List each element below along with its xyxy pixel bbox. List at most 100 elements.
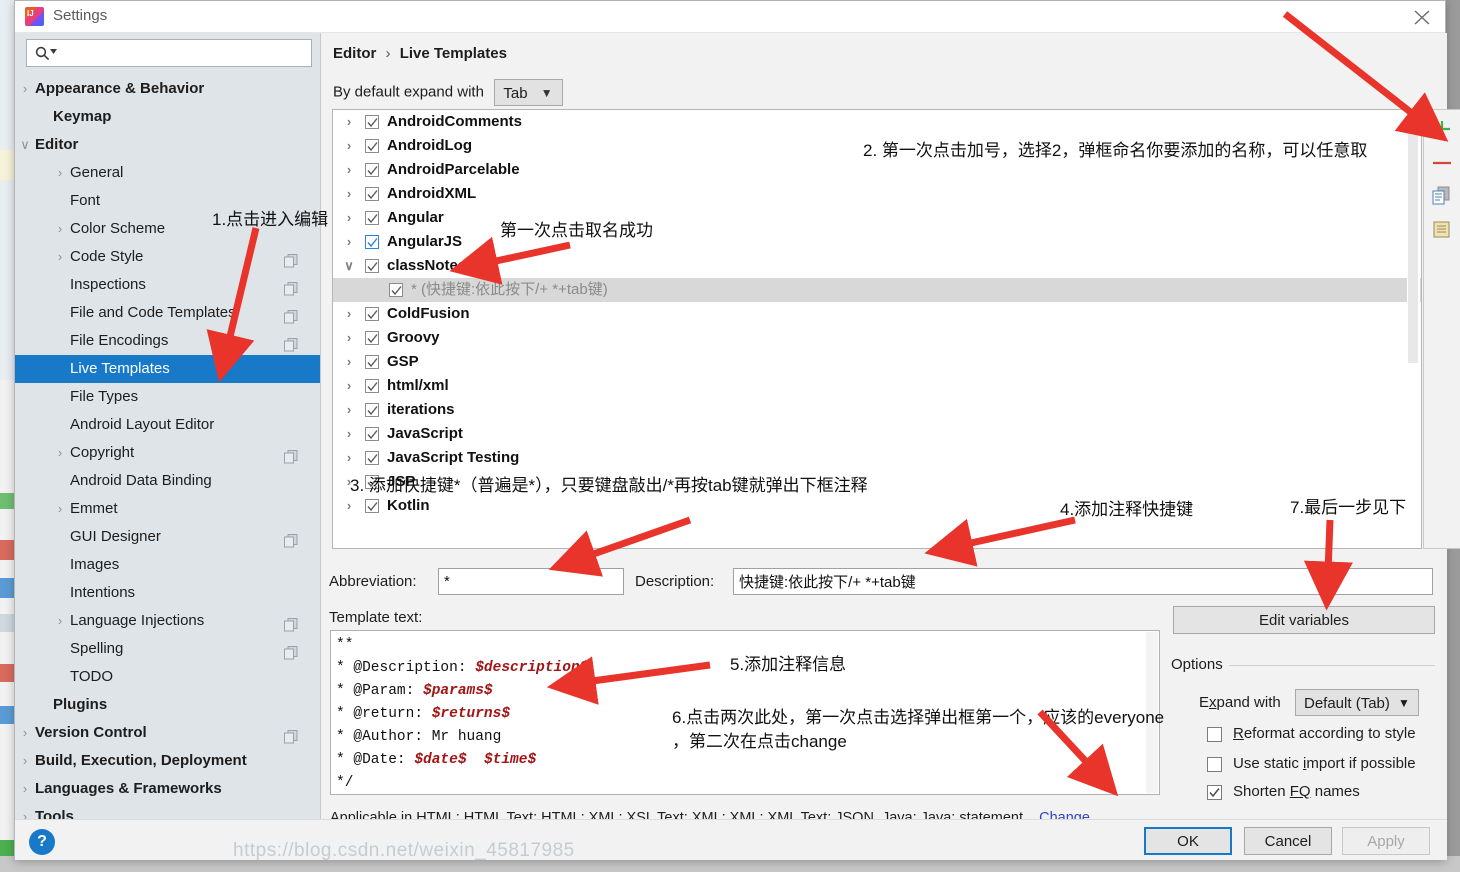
template-group-row[interactable]: › JSP xyxy=(333,470,1421,494)
template-enabled-checkbox[interactable] xyxy=(365,163,379,177)
sidebar-item-copyright[interactable]: › Copyright xyxy=(15,439,320,467)
template-group-row[interactable]: › AndroidParcelable xyxy=(333,158,1421,182)
default-expand-select[interactable]: Tab ▼ xyxy=(494,79,563,106)
chevron-right-icon[interactable]: › xyxy=(341,206,357,230)
chevron-right-icon[interactable]: › xyxy=(341,446,357,470)
template-enabled-checkbox[interactable] xyxy=(365,427,379,441)
sidebar-item-build-execution-deployment[interactable]: › Build, Execution, Deployment xyxy=(15,747,320,775)
chevron-right-icon[interactable]: › xyxy=(341,158,357,182)
chevron-right-icon[interactable]: › xyxy=(52,215,68,243)
template-text-scrollbar[interactable] xyxy=(1146,632,1158,793)
template-enabled-checkbox[interactable] xyxy=(365,139,379,153)
abbreviation-input[interactable] xyxy=(438,568,624,595)
sidebar-item-emmet[interactable]: › Emmet xyxy=(15,495,320,523)
sidebar-item-images[interactable]: Images xyxy=(15,551,320,579)
template-group-row[interactable]: › JavaScript xyxy=(333,422,1421,446)
sidebar-item-appearance-behavior[interactable]: › Appearance & Behavior xyxy=(15,75,320,103)
chevron-right-icon[interactable]: › xyxy=(341,134,357,158)
chevron-right-icon[interactable]: › xyxy=(341,326,357,350)
chevron-right-icon[interactable]: › xyxy=(341,302,357,326)
template-text-editor[interactable]: ** * @Description: $description$ * @Param:… xyxy=(330,630,1160,795)
sidebar-item-general[interactable]: › General xyxy=(15,159,320,187)
help-button[interactable]: ? xyxy=(29,829,55,855)
ok-button[interactable]: OK xyxy=(1144,827,1232,855)
chevron-right-icon[interactable]: › xyxy=(52,495,68,523)
template-enabled-checkbox[interactable] xyxy=(365,331,379,345)
copy-icon[interactable] xyxy=(1424,178,1460,212)
sidebar-item-keymap[interactable]: Keymap xyxy=(15,103,320,131)
template-enabled-checkbox[interactable] xyxy=(365,307,379,321)
chevron-right-icon[interactable]: › xyxy=(52,159,68,187)
template-enabled-checkbox[interactable] xyxy=(365,235,379,249)
chevron-right-icon[interactable]: › xyxy=(341,230,357,254)
template-group-row[interactable]: › AndroidComments xyxy=(333,110,1421,134)
sidebar-item-file-encodings[interactable]: File Encodings xyxy=(15,327,320,355)
chevron-right-icon[interactable]: › xyxy=(52,243,68,271)
templates-scrollbar-track[interactable] xyxy=(1407,111,1420,547)
chevron-right-icon[interactable]: › xyxy=(17,747,33,775)
template-group-row[interactable]: › ColdFusion xyxy=(333,302,1421,326)
template-group-row[interactable]: › iterations xyxy=(333,398,1421,422)
chevron-down-icon[interactable]: ∨ xyxy=(17,131,33,159)
template-enabled-checkbox[interactable] xyxy=(389,283,403,297)
sidebar-item-color-scheme[interactable]: › Color Scheme xyxy=(15,215,320,243)
chevron-right-icon[interactable]: › xyxy=(341,350,357,374)
template-group-row[interactable]: › AngularJS xyxy=(333,230,1421,254)
chevron-right-icon[interactable]: › xyxy=(341,422,357,446)
templates-scrollbar-thumb[interactable] xyxy=(1408,113,1418,363)
template-enabled-checkbox[interactable] xyxy=(365,403,379,417)
template-child-row[interactable]: * (快捷键:依此按下/+ *+tab键) xyxy=(333,278,1421,302)
sidebar-item-todo[interactable]: TODO xyxy=(15,663,320,691)
remove-icon[interactable] xyxy=(1424,144,1460,178)
template-group-row[interactable]: ∨ classNotes xyxy=(333,254,1421,278)
chevron-right-icon[interactable]: › xyxy=(52,607,68,635)
chevron-right-icon[interactable]: › xyxy=(17,719,33,747)
chevron-right-icon[interactable]: › xyxy=(341,494,357,518)
sidebar-item-file-and-code-templates[interactable]: File and Code Templates xyxy=(15,299,320,327)
sidebar-item-spelling[interactable]: Spelling xyxy=(15,635,320,663)
sidebar-item-plugins[interactable]: Plugins xyxy=(15,691,320,719)
edit-variables-button[interactable]: Edit variables xyxy=(1173,606,1435,634)
sidebar-item-live-templates[interactable]: Live Templates xyxy=(15,355,320,383)
template-enabled-checkbox[interactable] xyxy=(365,355,379,369)
template-group-row[interactable]: › Angular xyxy=(333,206,1421,230)
settings-tree[interactable]: › Appearance & Behavior Keymap ∨ Editor › Gene… xyxy=(15,75,320,819)
sidebar-item-version-control[interactable]: › Version Control xyxy=(15,719,320,747)
sidebar-item-android-data-binding[interactable]: Android Data Binding xyxy=(15,467,320,495)
chevron-right-icon[interactable]: › xyxy=(341,374,357,398)
sidebar-item-gui-designer[interactable]: GUI Designer xyxy=(15,523,320,551)
chevron-right-icon[interactable]: › xyxy=(17,775,33,803)
sidebar-item-editor[interactable]: ∨ Editor xyxy=(15,131,320,159)
chevron-right-icon[interactable]: › xyxy=(52,439,68,467)
search-input[interactable] xyxy=(57,43,307,64)
template-enabled-checkbox[interactable] xyxy=(365,211,379,225)
sidebar-item-intentions[interactable]: Intentions xyxy=(15,579,320,607)
template-group-row[interactable]: › AndroidLog xyxy=(333,134,1421,158)
search-box[interactable] xyxy=(26,39,312,67)
chevron-right-icon[interactable]: › xyxy=(341,182,357,206)
template-enabled-checkbox[interactable] xyxy=(365,259,379,273)
template-enabled-checkbox[interactable] xyxy=(365,499,379,513)
chevron-right-icon[interactable]: › xyxy=(17,803,33,819)
chevron-right-icon[interactable]: › xyxy=(341,110,357,134)
sidebar-item-inspections[interactable]: Inspections xyxy=(15,271,320,299)
template-enabled-checkbox[interactable] xyxy=(365,115,379,129)
expand-with-select[interactable]: Default (Tab) ▼ xyxy=(1295,689,1419,716)
template-group-row[interactable]: › Kotlin xyxy=(333,494,1421,518)
template-enabled-checkbox[interactable] xyxy=(365,451,379,465)
cancel-button[interactable]: Cancel xyxy=(1244,827,1332,855)
breadcrumb-root[interactable]: Editor xyxy=(333,45,376,62)
template-enabled-checkbox[interactable] xyxy=(365,475,379,489)
chevron-down-icon[interactable]: ∨ xyxy=(341,254,357,278)
template-enabled-checkbox[interactable] xyxy=(365,187,379,201)
template-group-row[interactable]: › html/xml xyxy=(333,374,1421,398)
chevron-right-icon[interactable]: › xyxy=(17,75,33,103)
template-group-row[interactable]: › AndroidXML xyxy=(333,182,1421,206)
add-icon[interactable] xyxy=(1424,110,1460,144)
sidebar-item-language-injections[interactable]: › Language Injections xyxy=(15,607,320,635)
chevron-right-icon[interactable]: › xyxy=(341,398,357,422)
sidebar-item-file-types[interactable]: File Types xyxy=(15,383,320,411)
description-input[interactable] xyxy=(733,568,1433,595)
sidebar-item-android-layout-editor[interactable]: Android Layout Editor xyxy=(15,411,320,439)
sidebar-item-font[interactable]: Font xyxy=(15,187,320,215)
